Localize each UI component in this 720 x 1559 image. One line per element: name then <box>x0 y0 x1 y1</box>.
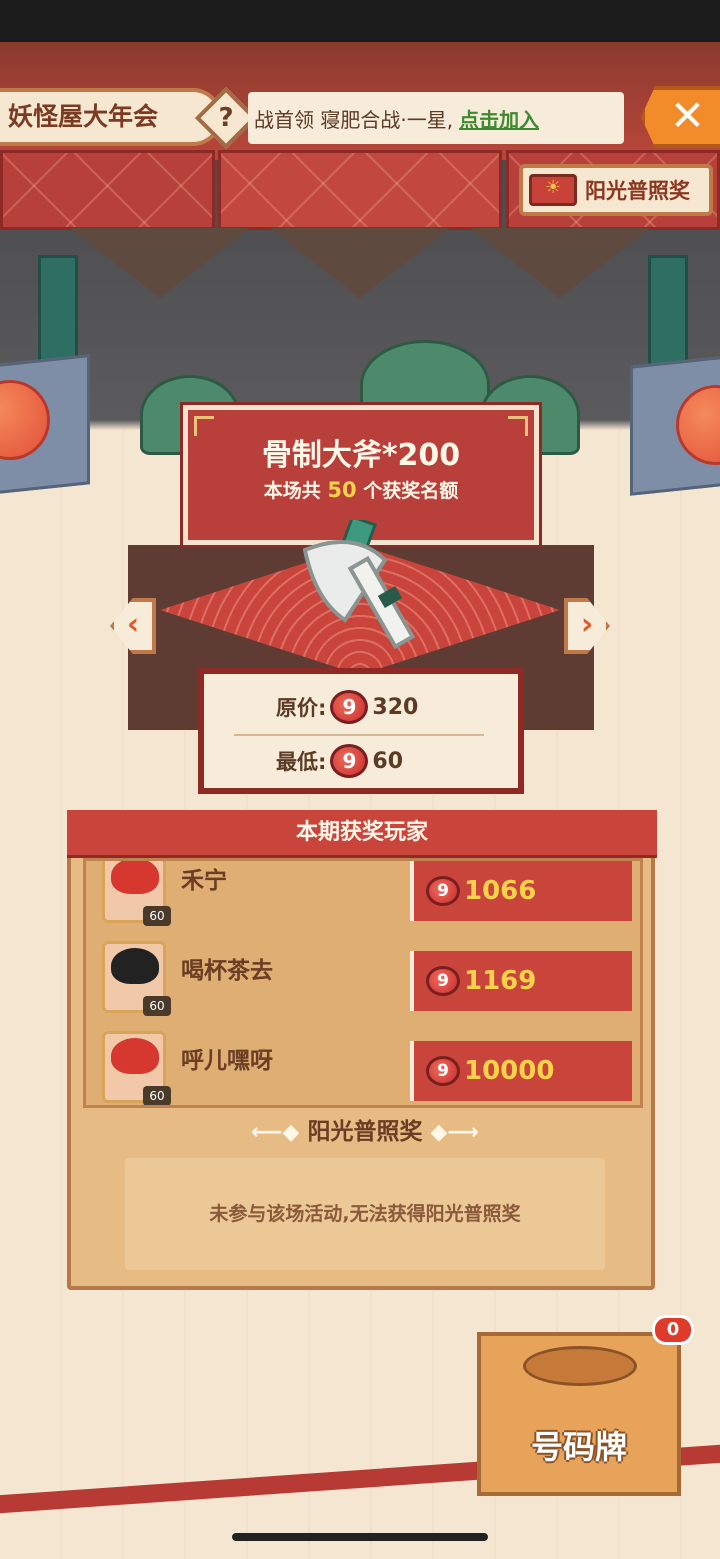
bone-axe-icon <box>302 520 416 650</box>
wall-decoration <box>270 228 450 298</box>
top-bar: 妖怪屋大年会 ? 战首领 寝肥合战·一星, 点击加入 ✕ <box>0 86 720 150</box>
prize-count: 50 <box>327 478 357 502</box>
sunshine-prize-label: 阳光普照奖 <box>585 179 690 203</box>
game-screen: 妖怪屋大年会 ? 战首领 寝肥合战·一星, 点击加入 ✕ 阳光普照奖 骨制大斧*… <box>0 0 720 1559</box>
player-name: 禾宁 <box>181 868 227 894</box>
bid-amount: 9 1066 <box>410 861 632 921</box>
original-price-row: 原价: 9 320 <box>276 690 418 724</box>
prize-quota: 本场共 50 个获奖名额 <box>263 478 459 502</box>
winner-row: 60 喝杯茶去 9 1169 <box>86 933 640 1023</box>
player-name: 呼儿嘿呀 <box>181 1048 273 1074</box>
level-badge: 60 <box>143 996 171 1016</box>
home-indicator[interactable] <box>232 1533 488 1541</box>
coin-icon: 9 <box>330 744 369 778</box>
treasure-chest-icon <box>529 174 577 206</box>
box-slot <box>523 1346 637 1386</box>
original-price-label: 原价: <box>276 696 327 720</box>
sunshine-message: 未参与该场活动,无法获得阳光普照奖 <box>125 1158 605 1270</box>
right-lantern-post <box>648 255 688 375</box>
marquee-text: 战首领 寝肥合战·一星, <box>254 107 454 132</box>
coin-icon: 9 <box>330 690 369 724</box>
bid-amount: 9 1169 <box>410 951 632 1011</box>
min-price-label: 最低: <box>276 750 327 774</box>
coin-icon: 9 <box>426 1056 460 1086</box>
coin-icon: 9 <box>426 966 460 996</box>
hanging-banner-left <box>0 150 215 230</box>
level-badge: 60 <box>143 1086 171 1105</box>
number-tag-box[interactable]: 号码牌 <box>477 1332 681 1496</box>
price-panel: 原价: 9 320 最低: 9 60 <box>198 668 524 794</box>
close-button[interactable]: ✕ <box>641 86 720 148</box>
winners-title: 本期获奖玩家 <box>67 810 657 858</box>
hanging-banner-center <box>218 150 502 230</box>
ribbon-right-icon: ◆⟶ <box>430 1120 479 1145</box>
level-badge: 60 <box>143 906 171 926</box>
original-price-value: 320 <box>372 694 419 720</box>
winner-row: 60 呼儿嘿呀 9 10000 <box>86 1023 640 1105</box>
sunshine-prize-button[interactable]: 阳光普照奖 <box>519 164 713 216</box>
min-price-row: 最低: 9 60 <box>276 744 403 778</box>
bid-amount: 9 10000 <box>410 1041 632 1101</box>
ribbon-left-icon: ⟵◆ <box>251 1120 300 1145</box>
min-price-value: 60 <box>372 748 404 774</box>
number-tag-label: 号码牌 <box>530 1428 627 1466</box>
close-icon: ✕ <box>669 91 706 140</box>
avatar[interactable]: 60 <box>102 1031 171 1105</box>
winners-panel: 本期获奖玩家 60 禾宁 9 1066 60 喝杯茶去 9 1169 60 呼儿… <box>67 810 657 1290</box>
avatar[interactable]: 60 <box>102 941 171 1016</box>
coin-icon: 9 <box>426 876 460 906</box>
join-link[interactable]: 点击加入 <box>459 104 539 133</box>
ticket-count-badge: 0 <box>652 1315 694 1345</box>
question-icon: ? <box>218 103 234 133</box>
status-bar <box>0 0 720 42</box>
prize-name: 骨制大斧*200 <box>261 438 461 473</box>
wall-decoration <box>70 228 250 298</box>
avatar[interactable]: 60 <box>102 861 171 926</box>
winner-row: 60 禾宁 9 1066 <box>86 861 640 933</box>
wall-decoration <box>470 228 650 298</box>
sunshine-section-title: ⟵◆ 阳光普照奖 ◆⟶ <box>251 1119 479 1145</box>
winners-list[interactable]: 60 禾宁 9 1066 60 喝杯茶去 9 1169 60 呼儿嘿呀 9 10… <box>83 858 643 1108</box>
event-title: 妖怪屋大年会 <box>0 88 222 146</box>
player-name: 喝杯茶去 <box>181 958 273 984</box>
announcement-marquee: 战首领 寝肥合战·一星, 点击加入 <box>248 92 624 144</box>
